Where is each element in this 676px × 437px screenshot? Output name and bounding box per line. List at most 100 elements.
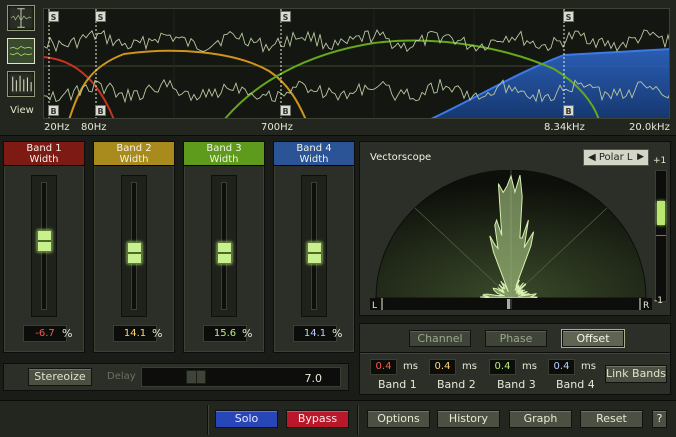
offset-band2-unit: ms xyxy=(462,361,477,372)
vectorscope-title: Vectorscope xyxy=(370,152,432,163)
band1-unit: % xyxy=(62,327,73,340)
band4-slider-thumb[interactable] xyxy=(307,241,322,264)
band3-slider-thumb[interactable] xyxy=(217,241,232,264)
bypass-marker-band3[interactable]: B xyxy=(280,105,291,116)
view-panel: View xyxy=(5,5,39,120)
reset-button[interactable]: Reset xyxy=(580,410,643,428)
band2-unit: % xyxy=(152,327,163,340)
delay-slider-thumb[interactable] xyxy=(186,370,206,384)
spectrum-display[interactable]: S S S S B B B B xyxy=(43,8,670,119)
band2-slider-thumb[interactable] xyxy=(127,241,142,264)
stereoize-button[interactable]: Stereoize xyxy=(28,368,92,386)
view-waveform-button[interactable] xyxy=(7,5,35,31)
options-button[interactable]: Options xyxy=(367,410,430,428)
delay-value: 7.0 xyxy=(304,372,323,385)
band2-sub: Width xyxy=(119,154,149,165)
band2-panel: Band 2 Width 14.1 % xyxy=(93,141,175,353)
bypass-marker-band1[interactable]: B xyxy=(48,105,59,116)
bars-view-icon xyxy=(12,75,32,92)
band4-sub: Width xyxy=(299,154,329,165)
offset-band2-value[interactable]: 0.4 xyxy=(429,359,456,375)
spectrum-section: View S S S S B B B B 20Hz 80Hz 700Hz 8.3… xyxy=(0,0,676,136)
band1-header: Band 1 Width xyxy=(4,142,84,166)
band4-panel: Band 4 Width 14.1 % xyxy=(273,141,355,353)
band3-value[interactable]: 15.6 xyxy=(203,325,247,342)
scope-right-label: R xyxy=(643,301,649,310)
polar-mode-value: Polar L xyxy=(598,152,633,163)
offset-band2-name: Band 2 xyxy=(437,378,476,391)
band2-name: Band 2 xyxy=(116,143,152,154)
mode-panel: Channel Phase Offset 0.4 ms Band 1 0.4 m… xyxy=(359,323,671,395)
offset-mode-button[interactable]: Offset xyxy=(562,330,624,347)
offset-band4-value[interactable]: 0.4 xyxy=(548,359,575,375)
band4-unit: % xyxy=(332,327,343,340)
correlation-meter-fill xyxy=(657,201,665,225)
polar-mode-select[interactable]: ◀ Polar L ▶ xyxy=(583,149,649,166)
offset-band3-unit: ms xyxy=(522,361,537,372)
view-bars-button[interactable] xyxy=(7,71,35,97)
bypass-marker-band4[interactable]: B xyxy=(563,105,574,116)
band3-sub: Width xyxy=(209,154,239,165)
help-button[interactable]: ? xyxy=(652,410,667,428)
freq-label-high: 20.0kHz xyxy=(629,122,670,133)
band3-slider[interactable] xyxy=(211,175,237,317)
meter-bottom-label: -1 xyxy=(654,296,663,306)
offset-band1-unit: ms xyxy=(403,361,418,372)
phase-mode-button[interactable]: Phase xyxy=(485,330,547,347)
scope-left-label: L xyxy=(372,301,377,310)
band4-header: Band 4 Width xyxy=(274,142,354,166)
band4-name: Band 4 xyxy=(296,143,332,154)
delay-slider[interactable]: 7.0 xyxy=(141,367,341,387)
band1-sub: Width xyxy=(29,154,59,165)
solo-marker-band1[interactable]: S xyxy=(48,11,59,22)
freq-label-split1: 80Hz xyxy=(81,122,107,133)
band1-slider-thumb[interactable] xyxy=(37,230,52,253)
polar-mode-arrow-icon: ◀ xyxy=(588,152,599,163)
correlation-meter xyxy=(655,170,667,302)
offset-band3-name: Band 3 xyxy=(497,378,536,391)
solo-button[interactable]: Solo xyxy=(215,410,278,428)
offset-band1-name: Band 1 xyxy=(378,378,417,391)
view-spectrum-button[interactable] xyxy=(7,38,35,64)
band4-curve xyxy=(433,49,669,118)
band2-value[interactable]: 14.1 xyxy=(113,325,157,342)
band2-header: Band 2 Width xyxy=(94,142,174,166)
offset-band1-value[interactable]: 0.4 xyxy=(370,359,397,375)
band3-panel: Band 3 Width 15.6 % xyxy=(183,141,265,353)
band4-value[interactable]: 14.1 xyxy=(293,325,337,342)
offset-band4-unit: ms xyxy=(581,361,596,372)
bypass-button[interactable]: Bypass xyxy=(286,410,349,428)
band1-panel: Band 1 Width -6.7 % xyxy=(3,141,85,353)
offset-band3-value[interactable]: 0.4 xyxy=(489,359,516,375)
solo-marker-band4[interactable]: S xyxy=(563,11,574,22)
spectrum-graph xyxy=(44,9,669,118)
solo-marker-band3[interactable]: S xyxy=(280,11,291,22)
band3-unit: % xyxy=(242,327,253,340)
solo-marker-band2[interactable]: S xyxy=(95,11,106,22)
stereoize-row: Stereoize Delay 7.0 xyxy=(3,363,349,391)
delay-label: Delay xyxy=(107,371,136,382)
freq-label-split3: 8.34kHz xyxy=(544,122,585,133)
graph-button[interactable]: Graph xyxy=(509,410,572,428)
band1-slider[interactable] xyxy=(31,175,57,317)
band1-name: Band 1 xyxy=(26,143,62,154)
freq-label-split2: 700Hz xyxy=(261,122,293,133)
waveform-view-icon xyxy=(10,8,32,28)
spectrum-view-icon xyxy=(8,39,34,63)
chevron-right-icon: ▶ xyxy=(637,152,644,162)
bottom-toolbar: Solo Bypass Options History Graph Reset … xyxy=(0,400,676,437)
link-bands-button[interactable]: Link Bands xyxy=(605,365,667,383)
band2-slider[interactable] xyxy=(121,175,147,317)
band3-header: Band 3 Width xyxy=(184,142,264,166)
offset-band4-name: Band 4 xyxy=(556,378,595,391)
history-button[interactable]: History xyxy=(437,410,500,428)
band4-slider[interactable] xyxy=(301,175,327,317)
bypass-marker-band2[interactable]: B xyxy=(95,105,106,116)
band1-value[interactable]: -6.7 xyxy=(23,325,67,342)
freq-label-low: 20Hz xyxy=(44,122,70,133)
channel-mode-button[interactable]: Channel xyxy=(409,330,471,347)
band3-name: Band 3 xyxy=(206,143,242,154)
meter-top-label: +1 xyxy=(653,156,667,166)
vectorscope-panel: Vectorscope ◀ Polar L ▶ L R xyxy=(359,141,671,316)
vectorscope-display: L R xyxy=(370,170,652,310)
